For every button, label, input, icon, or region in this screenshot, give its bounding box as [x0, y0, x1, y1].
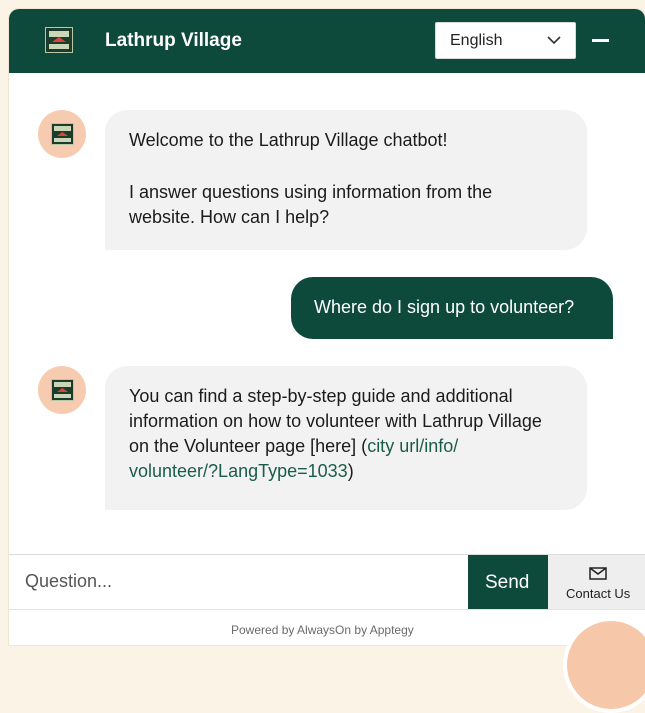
contact-us-label: Contact Us [566, 586, 631, 601]
bot-message-line: Welcome to the Lathrup Village chatbot! [129, 130, 448, 150]
bot-message-text: You can find a step-by-step guide and ad… [129, 384, 561, 484]
volunteer-link[interactable]: city url/info/ [367, 436, 458, 456]
village-logo-icon [51, 123, 74, 145]
send-label: Send [485, 572, 530, 593]
question-input[interactable]: Question... [25, 571, 112, 592]
envelope-icon [589, 567, 607, 580]
volunteer-link[interactable]: volunteer/?LangType=1033 [129, 461, 348, 481]
chat-header: Lathrup Village English [9, 9, 645, 73]
bot-message-body: You can find a step-by-step guide and ad… [129, 386, 542, 456]
language-value: English [450, 32, 503, 49]
bot-message-tail: ) [347, 461, 354, 481]
language-select[interactable]: English [435, 22, 576, 59]
chat-widget: Lathrup Village English Welcome to the L… [9, 9, 645, 645]
bot-message: Welcome to the Lathrup Village chatbot! … [105, 110, 587, 250]
powered-by-text: Powered by AlwaysOn by Apptegy [231, 623, 414, 637]
bot-avatar [38, 366, 86, 414]
user-message: Where do I sign up to volunteer? [291, 277, 613, 339]
send-button[interactable]: Send [468, 555, 548, 609]
footer: Powered by AlwaysOn by Apptegy [9, 609, 645, 645]
bot-message-line: I answer questions using information fro… [129, 182, 493, 227]
chat-launcher-button[interactable] [563, 617, 645, 713]
input-bar: Question... Send Contact Us [9, 554, 645, 609]
village-logo-icon [51, 379, 74, 401]
minimize-icon[interactable] [592, 39, 609, 42]
chevron-down-icon [547, 36, 561, 45]
contact-us-button[interactable]: Contact Us [548, 555, 645, 609]
header-title: Lathrup Village [105, 30, 242, 51]
village-logo-icon [45, 27, 73, 53]
bot-message: You can find a step-by-step guide and ad… [105, 366, 587, 510]
bot-avatar [38, 110, 86, 158]
